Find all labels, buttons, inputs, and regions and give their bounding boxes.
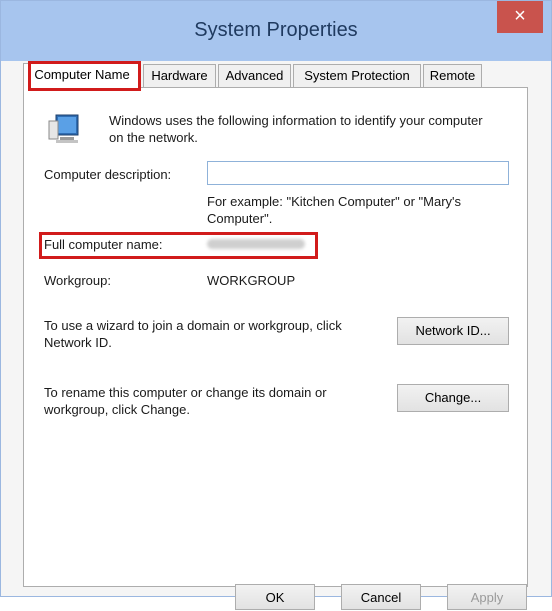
tab-computer-name[interactable]: Computer Name <box>23 63 141 88</box>
close-icon: × <box>514 5 526 27</box>
wizard-text-line1: To use a wizard to join a domain or work… <box>44 318 342 333</box>
rename-text-line2: workgroup, click Change. <box>44 402 190 417</box>
window-title: System Properties <box>194 19 358 41</box>
tab-remote[interactable]: Remote <box>423 64 482 87</box>
workgroup-label: Workgroup: <box>44 273 111 288</box>
intro-text-line1: Windows uses the following information t… <box>109 113 483 128</box>
intro-text-line2: on the network. <box>109 130 198 145</box>
rename-text-line1: To rename this computer or change its do… <box>44 385 327 400</box>
close-button[interactable]: × <box>497 1 543 33</box>
example-text-line2: Computer". <box>207 211 273 226</box>
system-properties-window: System Properties × Computer Name Hardwa… <box>0 0 552 610</box>
title-bar[interactable]: System Properties × <box>1 1 551 61</box>
example-text-line1: For example: "Kitchen Computer" or "Mary… <box>207 194 462 209</box>
tab-advanced[interactable]: Advanced <box>218 64 291 87</box>
full-computer-name-label: Full computer name: <box>44 237 163 252</box>
full-computer-name-value <box>207 239 305 249</box>
cancel-button[interactable]: Cancel <box>341 584 421 610</box>
computer-description-input[interactable] <box>207 161 509 185</box>
network-id-button[interactable]: Network ID... <box>397 317 509 345</box>
tab-system-protection[interactable]: System Protection <box>293 64 421 87</box>
ok-button[interactable]: OK <box>235 584 315 610</box>
tab-hardware[interactable]: Hardware <box>143 64 216 87</box>
computer-description-label: Computer description: <box>44 167 172 182</box>
apply-button[interactable]: Apply <box>447 584 527 610</box>
workgroup-value: WORKGROUP <box>207 273 296 288</box>
change-button[interactable]: Change... <box>397 384 509 412</box>
computer-icon <box>48 114 79 143</box>
wizard-text-line2: Network ID. <box>44 335 112 350</box>
